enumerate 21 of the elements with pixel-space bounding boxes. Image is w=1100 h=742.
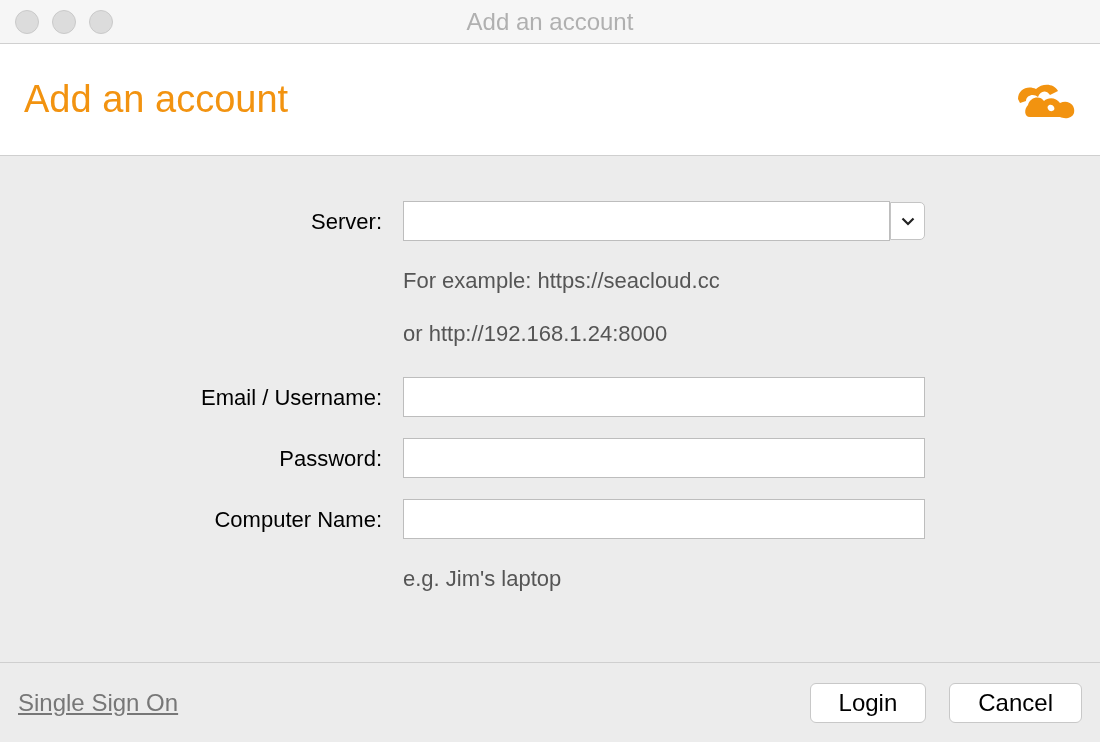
- field-label: Computer Name:: [213, 505, 382, 534]
- field-label: Server:: [310, 207, 382, 236]
- cancel-button[interactable]: Cancel: [949, 682, 1082, 723]
- server-combo-field[interactable]: [403, 201, 890, 241]
- dialog-title: Add an account: [24, 77, 289, 122]
- hint-text: or http://192.168.1.24:8000: [403, 320, 669, 348]
- window-title: Add an account: [466, 7, 634, 37]
- hint-text: e.g. Jim's laptop: [403, 565, 563, 593]
- input-field[interactable]: [403, 377, 925, 417]
- field-label: Email / Username:: [200, 383, 382, 412]
- password-field[interactable]: [403, 438, 925, 478]
- close-icon[interactable]: [15, 10, 39, 34]
- dropdown-button[interactable]: [890, 202, 925, 240]
- zoom-icon[interactable]: [89, 10, 113, 34]
- login-button[interactable]: Login: [809, 682, 927, 723]
- hint-text: For example: https://seacloud.cc: [403, 267, 721, 295]
- input-field[interactable]: [403, 499, 925, 539]
- chevron-down-icon: [900, 216, 915, 226]
- single-sign-on-link[interactable]: Single Sign On: [18, 684, 179, 721]
- minimize-icon[interactable]: [52, 10, 76, 34]
- field-label: Password:: [278, 444, 382, 473]
